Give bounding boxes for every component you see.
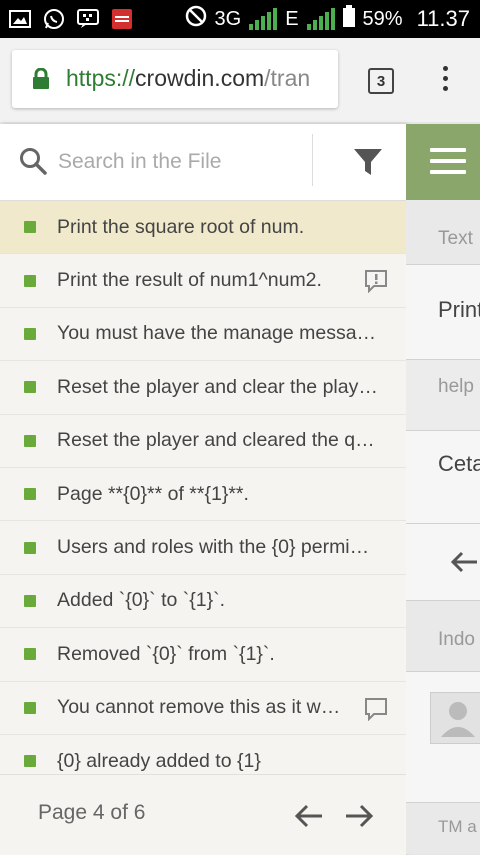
status-bar: 3G E 59% 11.37 bbox=[0, 0, 480, 38]
browser-menu-icon[interactable] bbox=[440, 66, 450, 94]
string-list: Print the square root of num. Print the r… bbox=[0, 201, 406, 789]
pagination: Page 4 of 6 bbox=[0, 774, 406, 855]
string-row[interactable]: Added `{0}` to `{1}`. bbox=[0, 575, 406, 629]
comment-alert-icon[interactable] bbox=[364, 269, 388, 298]
comment-icon[interactable] bbox=[364, 697, 388, 726]
translation-cell[interactable]: Ceta bbox=[406, 431, 480, 524]
whatsapp-icon bbox=[42, 8, 66, 30]
filter-icon[interactable] bbox=[352, 146, 384, 183]
string-row[interactable]: Page **{0}** of **{1}**. bbox=[0, 468, 406, 522]
search-bar bbox=[0, 124, 406, 201]
tm-cell: TM a bbox=[406, 803, 480, 854]
string-text: Users and roles with the {0} permi… bbox=[57, 536, 370, 559]
string-row[interactable]: You cannot remove this as it w… bbox=[0, 682, 406, 735]
string-row[interactable]: Reset the player and cleared the q… bbox=[0, 415, 406, 468]
string-row[interactable]: Print the square root of num. bbox=[0, 201, 406, 255]
status-dot bbox=[24, 434, 36, 447]
string-text: You cannot remove this as it w… bbox=[57, 696, 341, 719]
status-dot bbox=[24, 221, 36, 234]
next-page-arrow-icon[interactable] bbox=[344, 803, 374, 834]
url-host: crowdin.com bbox=[135, 65, 265, 91]
page-indicator: Page 4 of 6 bbox=[38, 801, 146, 824]
url-scheme: https:// bbox=[66, 65, 136, 91]
string-text: You must have the manage messa… bbox=[57, 322, 377, 345]
signal-strength-icon-2 bbox=[306, 8, 335, 30]
string-row[interactable]: Print the result of num1^num2. bbox=[0, 254, 406, 308]
string-text: Page **{0}** of **{1}**. bbox=[57, 482, 249, 505]
tm-label: TM a bbox=[438, 817, 477, 836]
language-cell: Indo bbox=[406, 601, 480, 672]
bbm-icon bbox=[76, 8, 100, 30]
url-text: https://crowdin.com/tran bbox=[66, 65, 310, 92]
lock-icon bbox=[32, 67, 50, 95]
gallery-icon bbox=[8, 8, 32, 30]
text-header: Text bbox=[406, 200, 480, 265]
editor-panel: Text Print help Ceta Indo TM a bbox=[406, 124, 480, 854]
help-cell: help bbox=[406, 360, 480, 431]
string-text: Reset the player and cleared the q… bbox=[57, 429, 375, 452]
signal-strength-icon bbox=[249, 8, 278, 30]
menu-button[interactable] bbox=[406, 124, 480, 200]
prev-page-arrow-icon[interactable] bbox=[294, 803, 324, 834]
string-row[interactable]: Users and roles with the {0} permi… bbox=[0, 521, 406, 575]
suggestion-cell bbox=[406, 672, 480, 803]
network-type-3g: 3G bbox=[214, 7, 242, 30]
status-dot bbox=[24, 701, 36, 714]
battery-icon bbox=[342, 5, 355, 33]
language-label: Indo bbox=[438, 629, 475, 650]
status-dot bbox=[24, 381, 36, 394]
string-text: Print the result of num1^num2. bbox=[57, 269, 322, 292]
status-dot bbox=[24, 327, 36, 340]
url-path: /tran bbox=[264, 65, 311, 91]
help-label: help bbox=[438, 376, 474, 397]
search-icon bbox=[18, 146, 48, 181]
text-label: Text bbox=[438, 228, 473, 249]
address-bar[interactable]: https://crowdin.com/tran bbox=[12, 50, 338, 108]
source-text-cell: Print bbox=[406, 265, 480, 360]
battery-percent: 59% bbox=[362, 7, 403, 30]
string-text: Reset the player and clear the play… bbox=[57, 375, 378, 398]
clock: 11.37 bbox=[416, 6, 470, 31]
string-row[interactable]: You must have the manage messa… bbox=[0, 308, 406, 362]
status-dot bbox=[24, 755, 36, 768]
do-not-disturb-icon bbox=[185, 5, 207, 33]
status-dot bbox=[24, 541, 36, 554]
status-dot bbox=[24, 648, 36, 661]
string-row[interactable]: Removed `{0}` from `{1}`. bbox=[0, 628, 406, 682]
string-text: Removed `{0}` from `{1}`. bbox=[57, 642, 275, 665]
back-cell bbox=[406, 524, 480, 601]
divider bbox=[312, 134, 313, 186]
translation-text: Ceta bbox=[438, 451, 480, 476]
string-text: Added `{0}` to `{1}`. bbox=[57, 589, 226, 612]
string-text: {0} already added to {1} bbox=[57, 749, 261, 772]
status-dot bbox=[24, 488, 36, 501]
status-dot bbox=[24, 274, 36, 287]
hamburger-menu-icon bbox=[430, 148, 466, 181]
string-text: Print the square root of num. bbox=[57, 215, 305, 238]
strings-panel: Print the square root of num. Print the r… bbox=[0, 124, 406, 855]
search-input[interactable] bbox=[56, 144, 300, 180]
network-type-e: E bbox=[285, 7, 299, 30]
back-arrow-icon[interactable] bbox=[450, 550, 478, 579]
source-text: Print bbox=[438, 297, 480, 322]
avatar bbox=[430, 692, 480, 744]
status-dot bbox=[24, 594, 36, 607]
browser-toolbar: https://crowdin.com/tran 3 bbox=[0, 38, 480, 122]
money-lover-icon bbox=[110, 8, 134, 30]
tab-switcher-button[interactable]: 3 bbox=[368, 68, 394, 94]
string-row[interactable]: Reset the player and clear the play… bbox=[0, 361, 406, 415]
